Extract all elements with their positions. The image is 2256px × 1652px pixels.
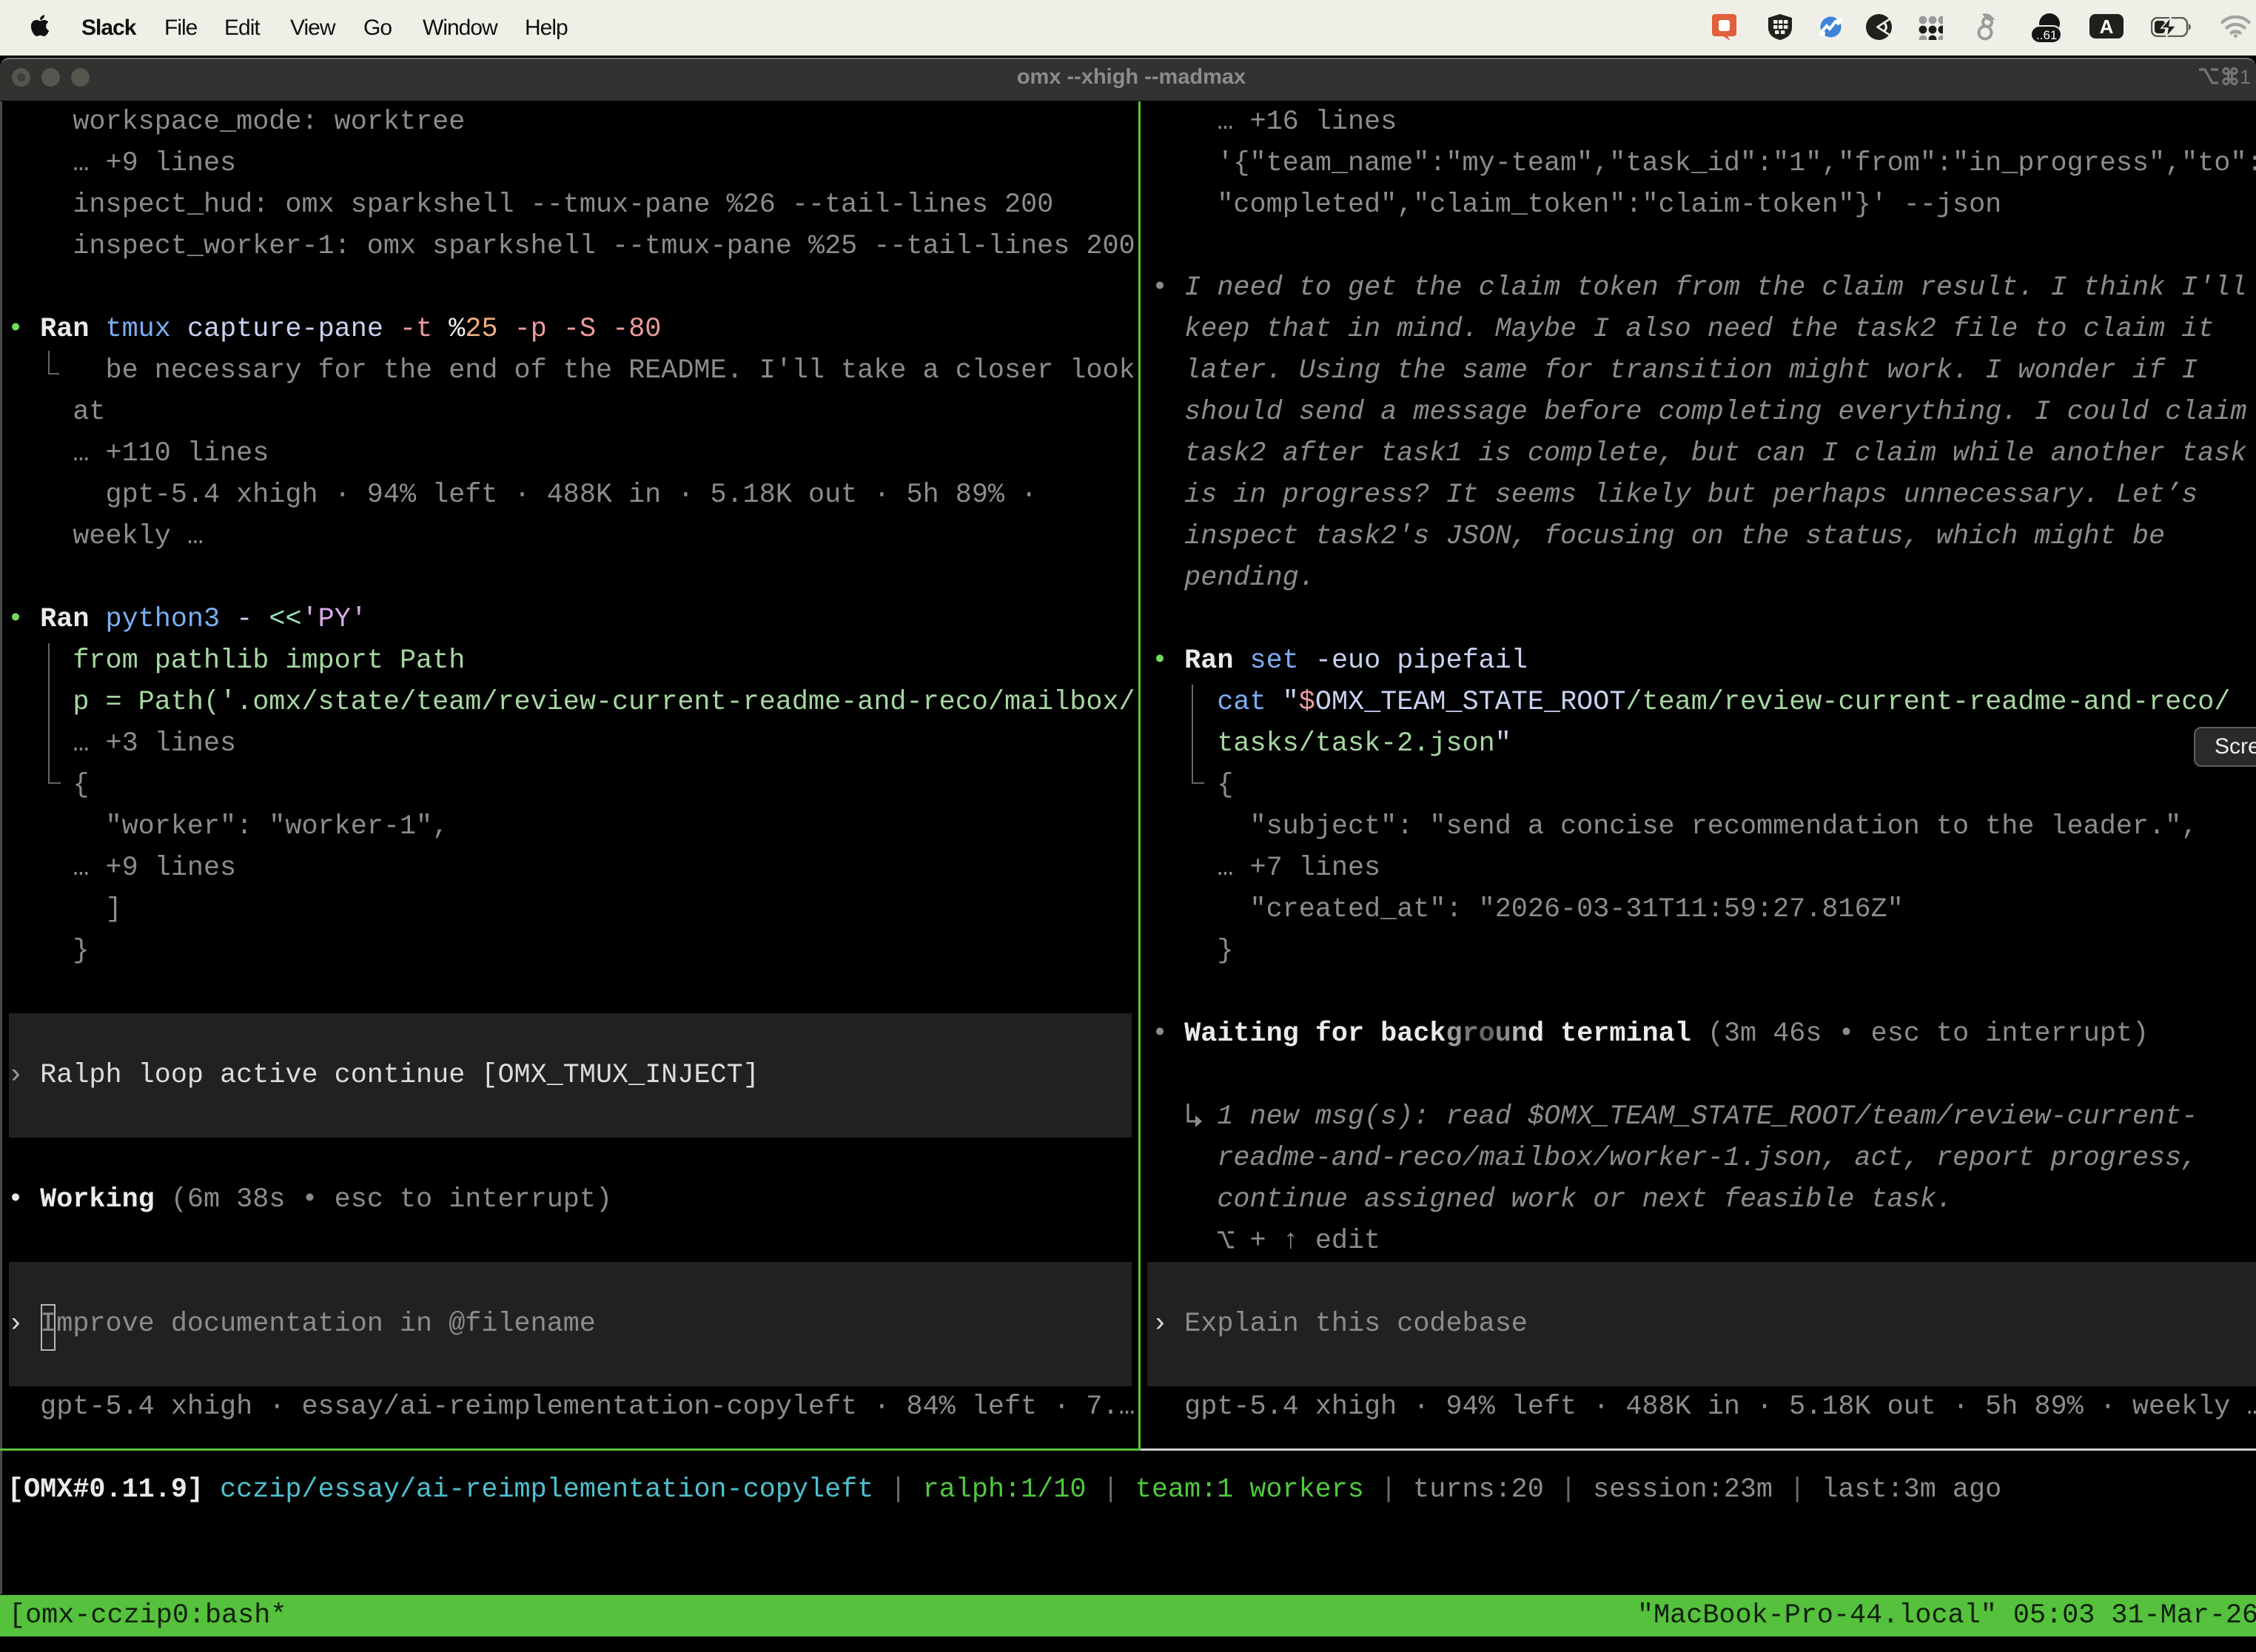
svg-text:1: 1 — [2240, 66, 2251, 87]
svg-text:..61: ..61 — [2036, 28, 2057, 42]
